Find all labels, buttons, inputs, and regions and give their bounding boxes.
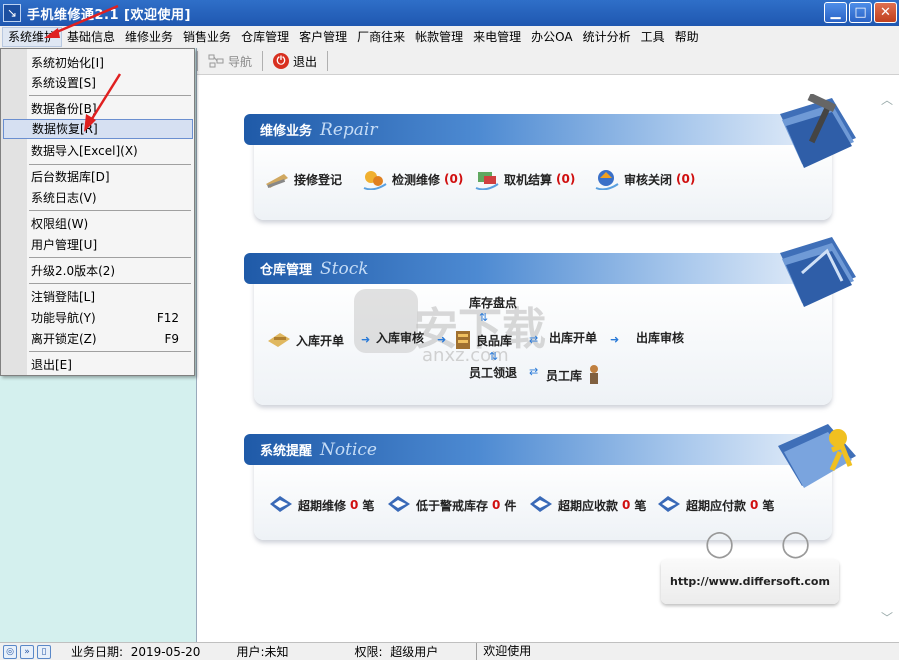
- menu-calls[interactable]: 来电管理: [468, 27, 526, 47]
- status-date: 业务日期: 2019-05-20: [71, 645, 201, 659]
- stock-inventory-check[interactable]: 库存盘点: [469, 294, 517, 311]
- exit-label: 退出: [293, 54, 318, 69]
- repair-pickup-settle[interactable]: 取机结算 (0): [474, 168, 575, 190]
- stock-panel: 仓库管理 Stock 安下载 anxz.com 库存盘点 ⇅ 入库开单 ➜ 入库…: [244, 237, 856, 413]
- menu-help[interactable]: 帮助: [670, 27, 704, 47]
- notice-icon: [388, 496, 410, 512]
- repair-header: 维修业务 Repair: [244, 114, 829, 145]
- notice-icon: [658, 496, 680, 512]
- website-link[interactable]: http://www.differsoft.com: [661, 559, 839, 604]
- notice-low-stock[interactable]: 低于警戒库存 0 件: [386, 494, 516, 516]
- annotation-arrows: [44, 4, 122, 132]
- arrow-icon: ➜: [361, 333, 371, 346]
- notice-icon: [270, 496, 292, 512]
- scroll-down-icon[interactable]: ﹀: [881, 609, 893, 626]
- main-content: ︿ ﹀ 维修业务 Repair 接修登记 检测维修 (0) 取机结算 (0) 审…: [199, 77, 899, 642]
- close-button[interactable]: ✕: [874, 2, 897, 23]
- store-icon: [456, 331, 470, 349]
- notice-overdue-receivable[interactable]: 超期应收款 0 笔: [528, 494, 646, 516]
- stock-outbound-order[interactable]: 出库开单: [549, 329, 597, 346]
- repair-panel: 维修业务 Repair 接修登记 检测维修 (0) 取机结算 (0) 审核关闭 (0): [244, 94, 856, 224]
- status-nav-icon[interactable]: »: [20, 644, 34, 659]
- notice-book-icon: [778, 424, 856, 488]
- arrow-icon: ⇅: [479, 311, 489, 324]
- inbound-icon: [268, 333, 290, 347]
- menu-tools[interactable]: 工具: [636, 27, 670, 47]
- menu-feature-nav[interactable]: 功能导航(Y) F12: [28, 308, 193, 328]
- menu-separator: [29, 351, 191, 352]
- diagnose-icon: [363, 171, 387, 190]
- minimize-button[interactable]: ▁: [824, 2, 847, 23]
- repair-diagnose[interactable]: 检测维修 (0): [362, 168, 463, 190]
- status-message: 欢迎使用: [476, 642, 537, 660]
- menu-separator: [29, 210, 191, 211]
- menu-separator: [29, 164, 191, 165]
- staff-icon: [590, 365, 599, 384]
- menu-separator: [29, 257, 191, 258]
- nav-icon: [208, 53, 224, 69]
- audit-icon: [595, 170, 619, 190]
- status-user: 用户:未知: [236, 645, 289, 659]
- status-doc-icon[interactable]: ▯: [37, 644, 51, 659]
- ring-icon: ◯: [705, 529, 735, 559]
- stock-good-store[interactable]: 良品库: [454, 329, 512, 351]
- maximize-button[interactable]: □: [849, 2, 872, 23]
- stock-staff-return[interactable]: 员工领退: [469, 364, 517, 381]
- toolbar-separator: [262, 51, 264, 71]
- repair-audit-close[interactable]: 审核关闭 (0): [594, 168, 695, 190]
- menu-user-management[interactable]: 用户管理[U]: [28, 235, 193, 255]
- stock-outbound-audit[interactable]: 出库审核: [636, 329, 684, 346]
- power-icon: ⏻: [273, 53, 290, 69]
- menu-office[interactable]: 办公OA: [526, 27, 577, 47]
- notice-header: 系统提醒 Notice: [244, 434, 829, 465]
- notice-icon: [530, 496, 552, 512]
- menu-logout[interactable]: 注销登陆[L]: [28, 287, 193, 307]
- notice-overdue-repair[interactable]: 超期维修 0 笔: [268, 494, 374, 516]
- repair-intake[interactable]: 接修登记: [264, 168, 342, 190]
- menu-backend-db[interactable]: 后台数据库[D]: [28, 167, 193, 187]
- stock-staff-store[interactable]: 员工库: [546, 364, 602, 386]
- notice-overdue-payable[interactable]: 超期应付款 0 笔: [656, 494, 774, 516]
- menu-exit[interactable]: 退出[E]: [28, 355, 193, 375]
- arrow-icon: ⇅: [489, 350, 499, 363]
- stock-header: 仓库管理 Stock: [244, 253, 829, 284]
- repair-book-icon: [780, 94, 856, 168]
- nav-button[interactable]: 导航: [200, 49, 260, 73]
- arrow-icon: ⇄: [529, 333, 539, 346]
- status-bar: ◎ » ▯ 业务日期: 2019-05-20 用户:未知 权限: 超级用户 欢迎…: [0, 642, 899, 660]
- menu-upgrade[interactable]: 升级2.0版本(2): [28, 261, 193, 281]
- stock-inbound-audit[interactable]: 入库审核: [376, 329, 424, 346]
- arrow-icon: ➜: [610, 333, 620, 346]
- status-search-icon[interactable]: ◎: [3, 644, 17, 659]
- stock-book-icon: [780, 237, 856, 307]
- menu-permission-group[interactable]: 权限组(W): [28, 214, 193, 234]
- menu-vendor[interactable]: 厂商往来: [352, 27, 410, 47]
- menu-accounts[interactable]: 帐款管理: [410, 27, 468, 47]
- stock-inbound-order[interactable]: 入库开单: [266, 329, 344, 351]
- notice-panel: 系统提醒 Notice 超期维修 0 笔 低于警戒库存 0 件 超期应收款 0 笔 超期应付…: [244, 424, 856, 544]
- menu-customer[interactable]: 客户管理: [294, 27, 352, 47]
- arrow-icon: ⇄: [529, 365, 539, 378]
- menu-system-log[interactable]: 系统日志(V): [28, 188, 193, 208]
- nav-label: 导航: [228, 54, 253, 69]
- intake-icon: [266, 174, 288, 188]
- menu-separator: [29, 283, 191, 284]
- toolbar-separator: [327, 51, 329, 71]
- menu-statistics[interactable]: 统计分析: [578, 27, 636, 47]
- settle-icon: [475, 172, 499, 190]
- status-permission: 权限: 超级用户: [354, 645, 439, 659]
- toolbar: 导航 ⏻ 退出: [195, 48, 899, 75]
- exit-button[interactable]: ⏻ 退出: [265, 49, 325, 73]
- ring-icon: ◯: [781, 529, 811, 559]
- menu-warehouse[interactable]: 仓库管理: [236, 27, 294, 47]
- scroll-up-icon[interactable]: ︿: [881, 91, 893, 108]
- menu-away-lock[interactable]: 离开锁定(Z) F9: [28, 329, 193, 349]
- arrow-icon: ➜: [437, 333, 447, 346]
